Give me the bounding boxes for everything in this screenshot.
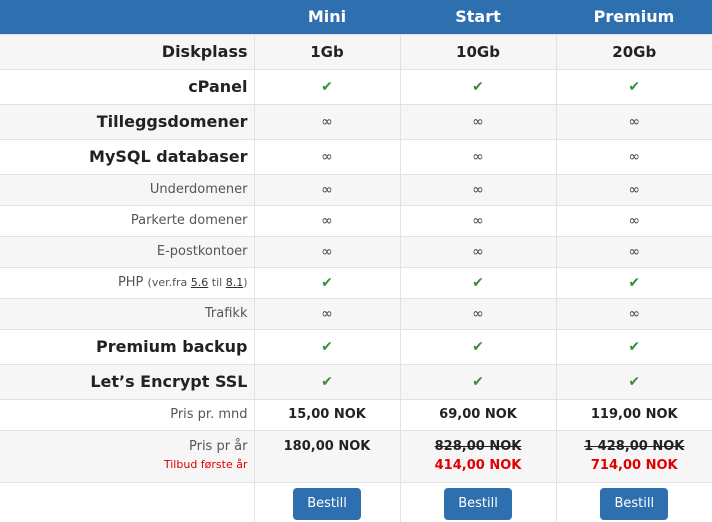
pricing-table: Mini Start Premium Diskplass 1Gb 10Gb 20… [0, 0, 712, 522]
disk-start: 10Gb [399, 33, 556, 69]
monthly-price-start: 69,00 NOK [399, 398, 556, 430]
feature-label: Parkerte domener [0, 204, 254, 236]
monthly-price-label: Pris pr. mnd [0, 398, 254, 430]
offer-price: 714,00 NOK [590, 457, 678, 473]
check-icon: ✔ [472, 373, 484, 390]
check-icon: ✔ [472, 274, 484, 291]
check-icon: ✔ [472, 78, 484, 95]
check-icon: ✔ [321, 274, 333, 291]
php-note-suffix: ) [243, 276, 248, 289]
php-version-from-link[interactable]: 5.6 [191, 276, 209, 289]
infinity-icon: ∞ [472, 243, 484, 260]
feature-label: Underdomener [0, 173, 254, 205]
yearly-price-label: Pris pr år [188, 438, 248, 454]
row-trafikk: Trafikk ∞ ∞ ∞ [0, 297, 712, 329]
plan-name-start: Start [400, 0, 556, 34]
check-icon: ✔ [321, 78, 333, 95]
header-empty [0, 0, 254, 34]
row-epostkontoer: E-postkontoer ∞ ∞ ∞ [0, 235, 712, 267]
row-premium-backup: Premium backup ✔ ✔ ✔ [0, 328, 712, 364]
row-parkerte-domener: Parkerte domener ∞ ∞ ∞ [0, 204, 712, 236]
yearly-price-mini: 180,00 NOK [253, 429, 400, 482]
infinity-icon: ∞ [628, 212, 641, 229]
check-icon: ✔ [628, 373, 641, 390]
infinity-icon: ∞ [628, 113, 641, 130]
php-label: PHP [117, 275, 144, 290]
order-mini-button[interactable]: Bestill [293, 488, 361, 521]
feature-label: Trafikk [0, 297, 254, 329]
plan-header-row: Mini Start Premium [0, 0, 712, 34]
row-tilleggsdomener: Tilleggsdomener ∞ ∞ ∞ [0, 103, 712, 139]
infinity-icon: ∞ [472, 181, 484, 198]
infinity-icon: ∞ [472, 148, 484, 165]
feature-label: Diskplass [0, 33, 254, 69]
disk-premium: 20Gb [555, 33, 712, 69]
infinity-icon: ∞ [628, 243, 641, 260]
infinity-icon: ∞ [321, 212, 333, 229]
infinity-icon: ∞ [321, 243, 333, 260]
php-version-note: (ver.fra 5.6 til 8.1) [148, 276, 248, 289]
monthly-price-mini: 15,00 NOK [253, 398, 400, 430]
check-icon: ✔ [321, 373, 333, 390]
feature-label: Let’s Encrypt SSL [0, 363, 254, 399]
infinity-icon: ∞ [472, 113, 484, 130]
php-note-mid: til [211, 276, 223, 289]
order-premium-button[interactable]: Bestill [600, 488, 669, 521]
order-empty [0, 481, 254, 522]
check-icon: ✔ [321, 338, 333, 355]
feature-label-php: PHP (ver.fra 5.6 til 8.1) [0, 266, 254, 298]
feature-label: Premium backup [0, 328, 254, 364]
row-underdomener: Underdomener ∞ ∞ ∞ [0, 173, 712, 205]
old-price: 1 428,00 NOK [584, 438, 685, 454]
plan-name-mini: Mini [254, 0, 400, 34]
infinity-icon: ∞ [472, 305, 484, 322]
infinity-icon: ∞ [321, 305, 333, 322]
row-monthly-price: Pris pr. mnd 15,00 NOK 69,00 NOK 119,00 … [0, 398, 712, 430]
check-icon: ✔ [472, 338, 484, 355]
row-ssl: Let’s Encrypt SSL ✔ ✔ ✔ [0, 363, 712, 399]
php-note-prefix: (ver.fra [147, 276, 188, 289]
row-diskplass: Diskplass 1Gb 10Gb 20Gb [0, 33, 712, 69]
infinity-icon: ∞ [628, 181, 641, 198]
plan-name-premium: Premium [556, 0, 712, 34]
yearly-price-cell: Pris pr år Tilbud første år [0, 429, 254, 482]
feature-label: cPanel [0, 68, 254, 104]
old-price: 828,00 NOK [434, 438, 522, 454]
infinity-icon: ∞ [628, 148, 641, 165]
php-version-to-link[interactable]: 8.1 [226, 276, 244, 289]
check-icon: ✔ [628, 78, 641, 95]
yearly-price-start: 828,00 NOK 414,00 NOK [399, 429, 556, 482]
yearly-price-premium: 1 428,00 NOK 714,00 NOK [555, 429, 712, 482]
row-php: PHP (ver.fra 5.6 til 8.1) ✔ ✔ ✔ [0, 266, 712, 298]
feature-label: MySQL databaser [0, 138, 254, 174]
order-start-button[interactable]: Bestill [444, 488, 512, 521]
disk-mini: 1Gb [253, 33, 400, 69]
infinity-icon: ∞ [628, 305, 641, 322]
monthly-price-premium: 119,00 NOK [555, 398, 712, 430]
check-icon: ✔ [628, 338, 641, 355]
row-mysql: MySQL databaser ∞ ∞ ∞ [0, 138, 712, 174]
row-yearly-price: Pris pr år Tilbud første år 180,00 NOK 8… [0, 429, 712, 482]
infinity-icon: ∞ [321, 148, 333, 165]
offer-note: Tilbud første år [163, 457, 248, 471]
infinity-icon: ∞ [321, 181, 333, 198]
row-order: Bestill Bestill Bestill [0, 481, 712, 522]
offer-price: 414,00 NOK [434, 457, 522, 473]
feature-label: Tilleggsdomener [0, 103, 254, 139]
infinity-icon: ∞ [472, 212, 484, 229]
feature-label: E-postkontoer [0, 235, 254, 267]
row-cpanel: cPanel ✔ ✔ ✔ [0, 68, 712, 104]
check-icon: ✔ [628, 274, 641, 291]
infinity-icon: ∞ [321, 113, 333, 130]
